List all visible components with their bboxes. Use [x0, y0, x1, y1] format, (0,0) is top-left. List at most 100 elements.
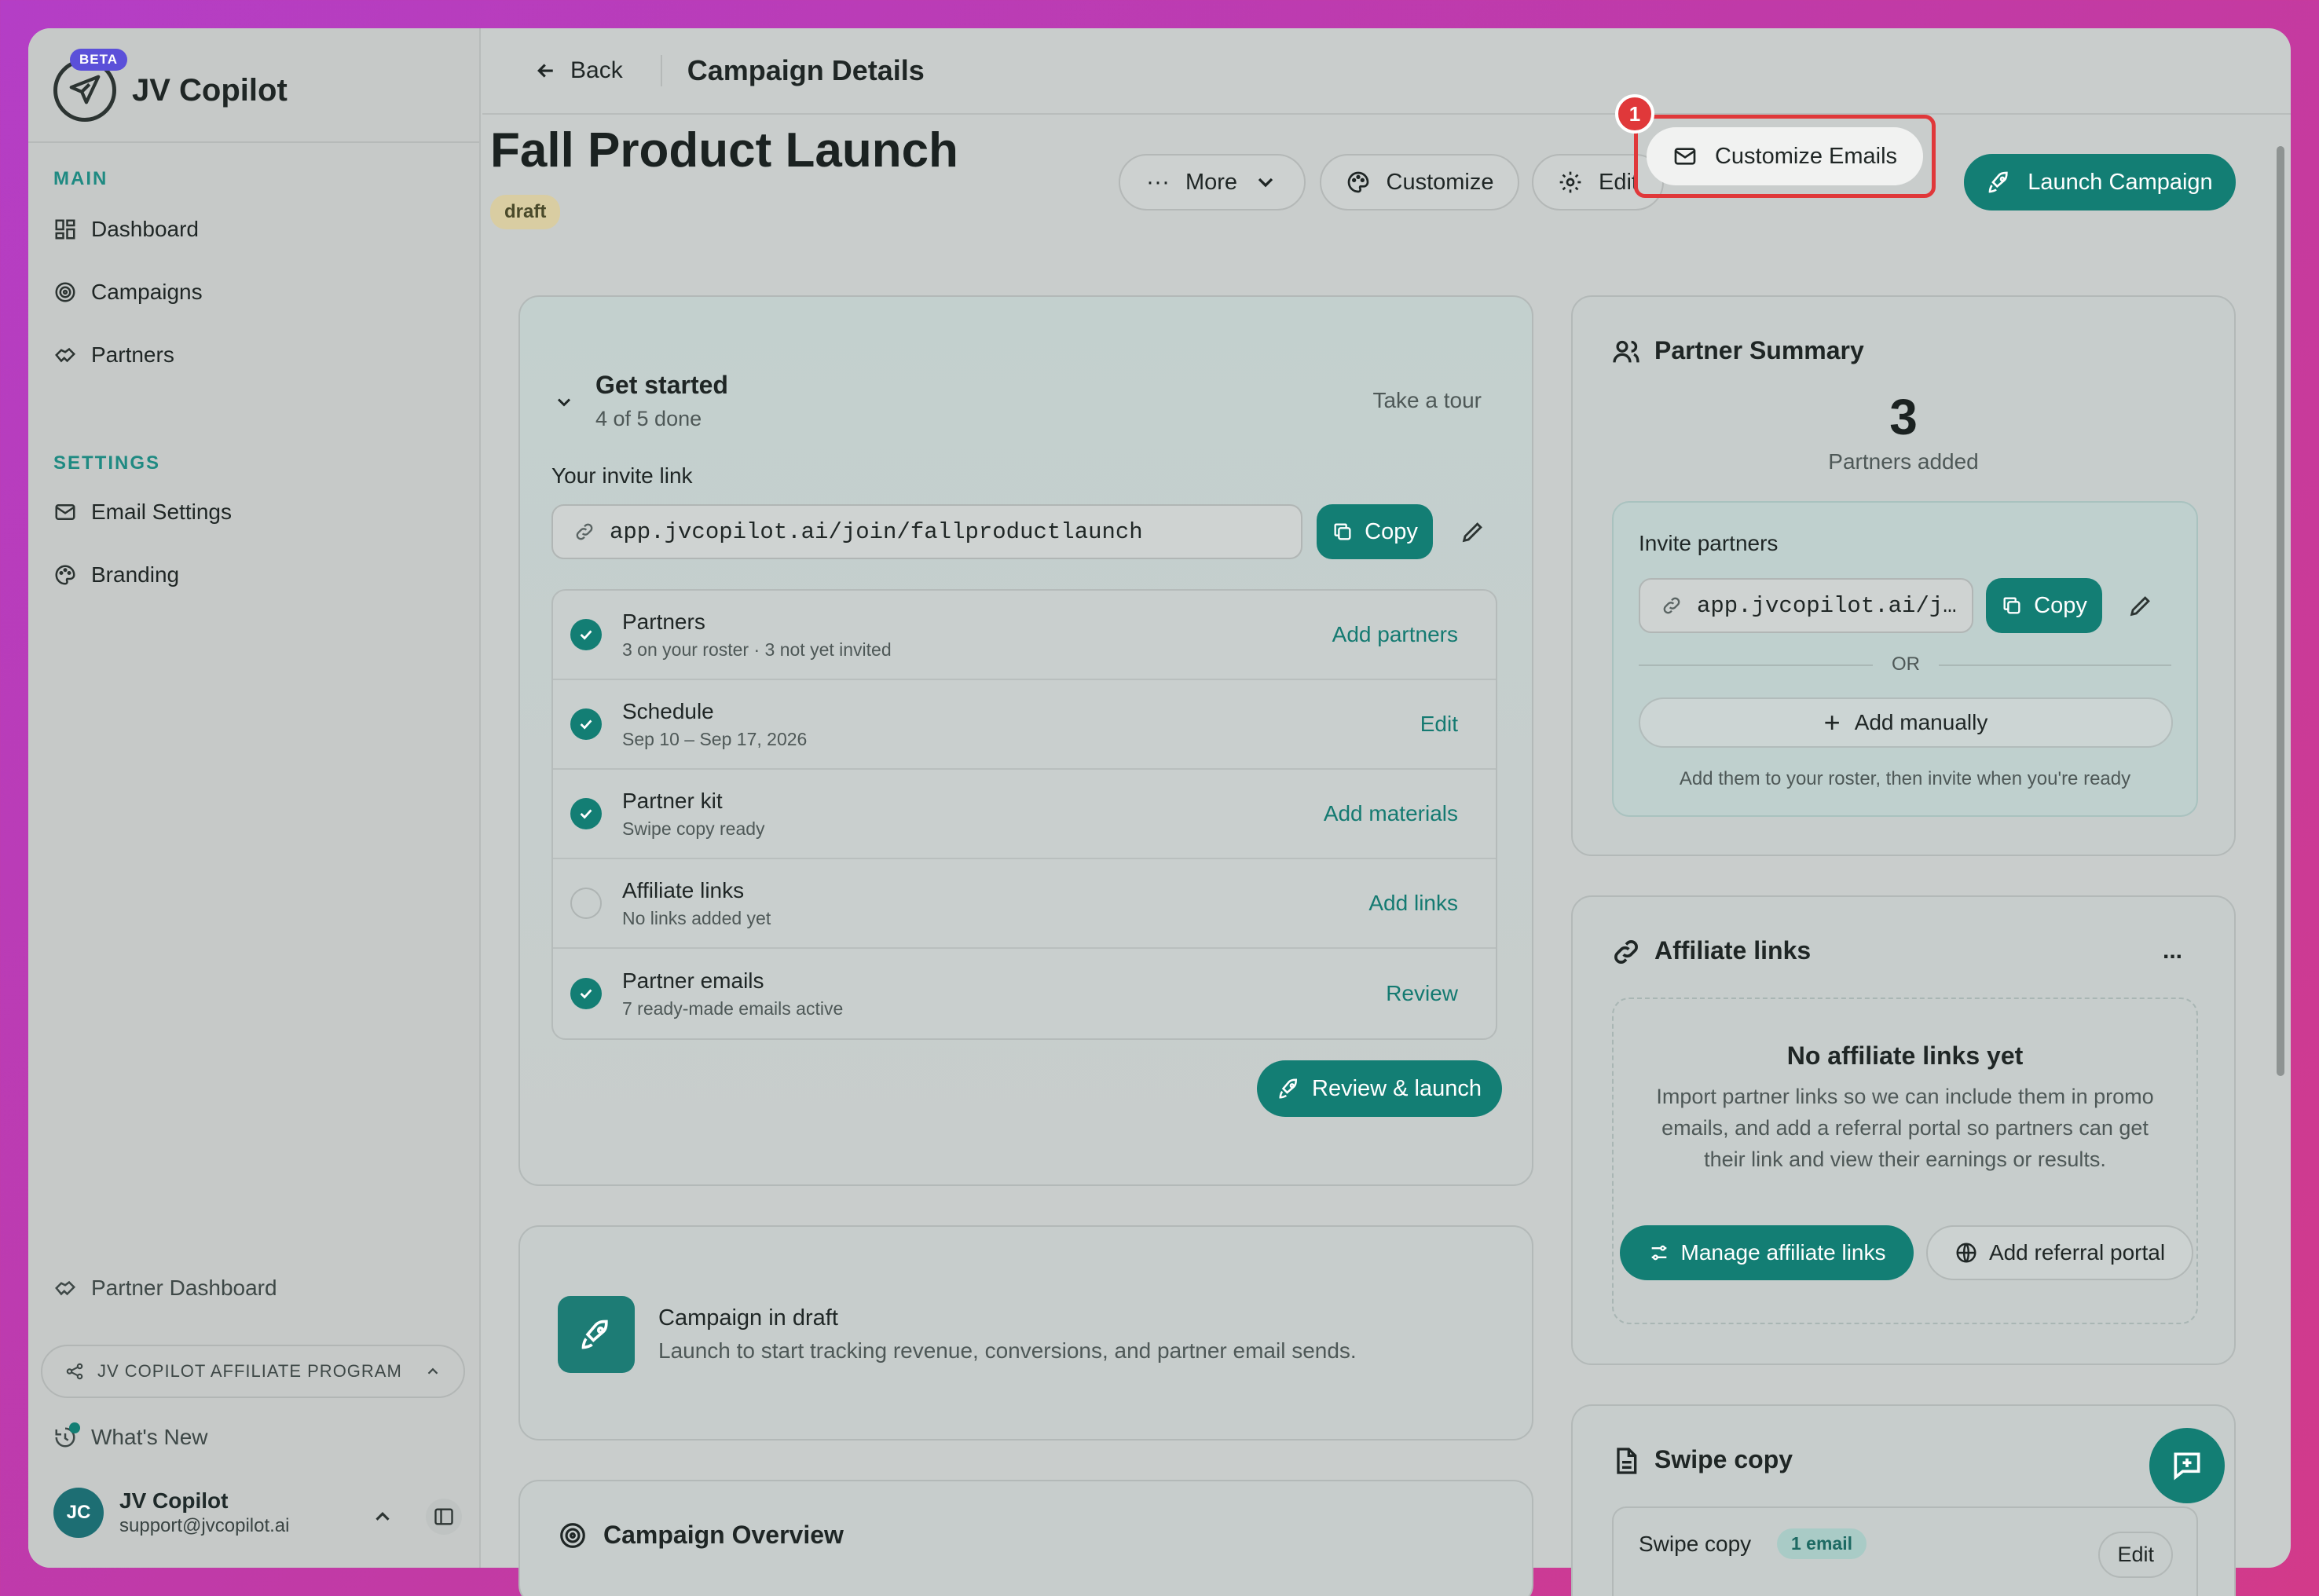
swipe-copy-title: Swipe copy: [1654, 1445, 1793, 1473]
document-icon: [1617, 1448, 1637, 1474]
partner-dashboard-link[interactable]: Partner Dashboard: [53, 1276, 277, 1301]
check-circle-icon: [570, 708, 602, 740]
campaign-title: Fall Product Launch: [490, 123, 958, 178]
take-tour-link[interactable]: Take a tour: [1372, 388, 1482, 413]
invite-partners-title: Invite partners: [1639, 531, 1779, 555]
back-button[interactable]: Back: [534, 55, 662, 86]
user-email: support@jvcopilot.ai: [119, 1515, 290, 1536]
or-separator: OR: [1873, 653, 1939, 675]
campaign-draft-card: Campaign in draft Launch to start tracki…: [518, 1225, 1533, 1440]
link-icon: [576, 523, 593, 540]
globe-icon: [1956, 1243, 1976, 1263]
add-manually-label: Add manually: [1854, 710, 1988, 734]
plus-icon: +: [1823, 706, 1841, 738]
review-launch-button[interactable]: Review & launch: [1257, 1060, 1502, 1117]
edit-swipe-button[interactable]: Edit: [2098, 1532, 2173, 1578]
swipe-copy-row: Swipe copy 1 email Edit: [1612, 1506, 2198, 1596]
topbar: Back Campaign Details: [482, 28, 2291, 115]
empty-description: Import partner links so we can include t…: [1656, 1085, 2154, 1171]
more-label: More: [1185, 169, 1238, 195]
launch-campaign-button[interactable]: Launch Campaign: [1964, 154, 2236, 210]
target-icon: [55, 282, 75, 302]
chevron-up-icon[interactable]: [371, 1505, 394, 1528]
campaign-overview-card: Campaign Overview: [518, 1480, 1533, 1596]
sidebar: BETA JV Copilot MAIN Dashboard Campaigns…: [28, 28, 481, 1568]
partner-dashboard-label: Partner Dashboard: [91, 1276, 277, 1300]
invite-link-field[interactable]: app.jvcopilot.ai/j…: [1639, 578, 1973, 633]
users-icon: [1613, 340, 1639, 363]
scrollbar[interactable]: [2277, 146, 2284, 1076]
avatar: JC: [53, 1488, 104, 1538]
copy-invite-button[interactable]: Copy: [1986, 578, 2102, 633]
add-referral-portal-button[interactable]: Add referral portal: [1926, 1225, 2193, 1280]
pencil-icon[interactable]: [2127, 592, 2154, 619]
pencil-icon[interactable]: [1460, 518, 1486, 545]
palette-icon: [55, 565, 75, 585]
affiliate-program-selector[interactable]: JV COPILOT AFFILIATE PROGRAM: [41, 1345, 465, 1398]
affiliate-links-card: Affiliate links ... No affiliate links y…: [1571, 895, 2236, 1365]
partners-count: 3: [1889, 389, 1918, 445]
empty-title: No affiliate links yet: [1786, 1041, 2024, 1070]
review-launch-label: Review & launch: [1312, 1075, 1482, 1101]
more-button[interactable]: ··· More: [1119, 154, 1306, 210]
sidebar-item-campaigns[interactable]: Campaigns: [53, 280, 203, 305]
copy-label: Copy: [1365, 518, 1418, 544]
customize-emails-button[interactable]: Customize Emails: [1647, 127, 1923, 185]
manage-label: Manage affiliate links: [1680, 1240, 1886, 1265]
sidebar-item-dashboard[interactable]: Dashboard: [53, 217, 199, 242]
copy-label: Copy: [2034, 592, 2087, 618]
main-section-heading: MAIN: [53, 168, 108, 189]
step-title: Affiliate links: [622, 877, 745, 902]
sidebar-toggle-icon: [434, 1508, 453, 1525]
customize-emails-label: Customize Emails: [1714, 143, 1898, 169]
mail-icon: [1674, 148, 1696, 165]
handshake-icon: [55, 347, 76, 363]
whats-new-link[interactable]: What's New: [53, 1422, 208, 1450]
sidebar-item-label: Dashboard: [91, 217, 199, 241]
get-started-title: Get started: [595, 371, 728, 399]
chevron-down-icon[interactable]: [553, 391, 575, 413]
beta-badge: BETA: [70, 49, 128, 71]
link-icon: [1663, 597, 1680, 614]
add-manually-button[interactable]: + Add manually: [1639, 697, 2173, 748]
invite-hint: Add them to your roster, then invite whe…: [1679, 768, 2131, 789]
customize-button[interactable]: Customize: [1320, 154, 1519, 210]
history-icon: [53, 1422, 80, 1449]
sidebar-item-label: Partners: [91, 342, 174, 367]
sidebar-item-branding[interactable]: Branding: [53, 562, 179, 588]
partners-count-label: Partners added: [1828, 449, 1979, 474]
step-title: Schedule: [622, 698, 714, 723]
manage-affiliate-links-button[interactable]: Manage affiliate links: [1620, 1225, 1914, 1280]
step-marker-badge: 1: [1615, 94, 1654, 134]
ellipsis-icon: ···: [1145, 169, 1170, 195]
add-partners-link[interactable]: Add partners: [1332, 622, 1458, 647]
arrow-left-icon: [537, 64, 553, 78]
affiliate-empty-state: No affiliate links yet Import partner li…: [1612, 998, 2198, 1324]
more-options-icon[interactable]: ...: [2163, 938, 2182, 965]
launch-label: Launch Campaign: [2028, 169, 2213, 195]
target-icon: [560, 1523, 585, 1548]
add-materials-link[interactable]: Add materials: [1324, 801, 1458, 826]
edit-schedule-link[interactable]: Edit: [1420, 712, 1458, 737]
chat-button[interactable]: [2149, 1428, 2225, 1503]
list-item: Partner emails 7 ready-made emails active…: [553, 949, 1496, 1038]
sidebar-item-partners[interactable]: Partners: [53, 342, 174, 368]
get-started-progress: 4 of 5 done: [595, 407, 702, 430]
list-item: Affiliate links No links added yet Add li…: [553, 859, 1496, 949]
sidebar-item-email-settings[interactable]: Email Settings: [53, 500, 232, 525]
sidebar-item-label: Email Settings: [91, 500, 232, 524]
invite-partners-panel: Invite partners app.jvcopilot.ai/j… Copy…: [1612, 501, 2198, 817]
back-label: Back: [570, 57, 623, 83]
palette-icon: [1347, 171, 1368, 193]
user-profile[interactable]: JC JV Copilot support@jvcopilot.ai: [53, 1488, 289, 1538]
step-subtitle: No links added yet: [622, 907, 771, 928]
review-emails-link[interactable]: Review: [1386, 981, 1458, 1006]
invite-link-field[interactable]: app.jvcopilot.ai/join/fallproductlaunch: [551, 504, 1302, 559]
draft-description: Launch to start tracking revenue, conver…: [658, 1338, 1357, 1363]
add-links-link[interactable]: Add links: [1368, 891, 1458, 916]
copy-invite-button[interactable]: Copy: [1317, 504, 1433, 559]
dashboard-icon: [55, 219, 75, 240]
brand[interactable]: BETA JV Copilot: [53, 47, 288, 134]
chevron-up-icon: [427, 1367, 438, 1375]
collapse-sidebar-button[interactable]: [426, 1499, 462, 1535]
